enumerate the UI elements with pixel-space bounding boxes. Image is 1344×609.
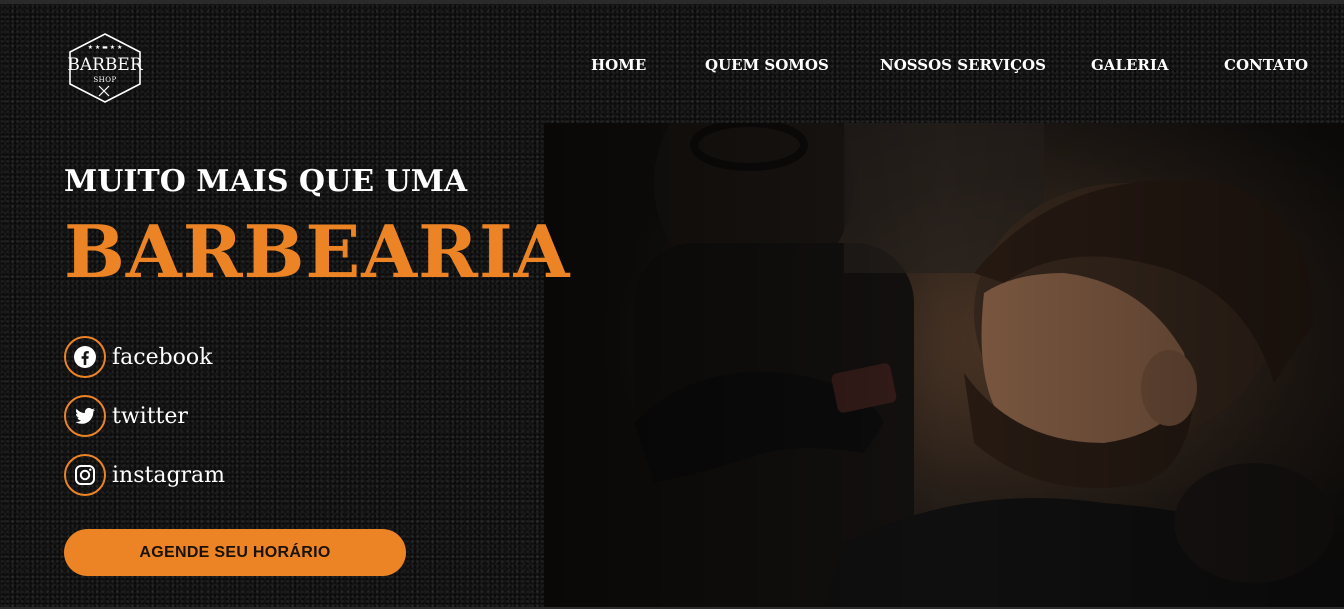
facebook-icon [64,336,106,378]
hero-tagline: MUITO MAIS QUE UMA [64,164,468,199]
social-twitter[interactable]: twitter [64,394,188,438]
social-instagram[interactable]: instagram [64,453,225,497]
logo-text: BARBER [67,55,143,75]
book-appointment-button[interactable]: AGENDE SEU HORÁRIO [64,529,406,576]
main-nav: HOME QUEM SOMOS NOSSOS SERVIÇOS GALERIA … [560,56,1320,76]
logo-subtext: SHOP [93,76,117,84]
social-label: instagram [112,462,226,488]
page: ★ ★ ▬ ★ ★ BARBER SHOP HOME QUEM SOMOS NO… [0,0,1344,609]
nav-quem-somos[interactable]: QUEM SOMOS [705,56,829,74]
barber-photo-icon [544,123,1344,607]
nav-servicos[interactable]: NOSSOS SERVIÇOS [880,56,1046,74]
logo[interactable]: ★ ★ ▬ ★ ★ BARBER SHOP [66,32,144,104]
nav-home[interactable]: HOME [591,56,646,74]
twitter-icon [64,395,106,437]
nav-galeria[interactable]: GALERIA [1091,56,1169,74]
social-label: twitter [112,403,188,429]
nav-contato[interactable]: CONTATO [1224,56,1308,74]
svg-text:★ ★ ▬ ★ ★: ★ ★ ▬ ★ ★ [88,44,123,51]
hero-photo [544,123,1344,607]
hero-headline: BARBEARIA [64,209,571,294]
social-label: facebook [112,344,213,370]
social-facebook[interactable]: facebook [64,335,213,379]
instagram-icon [64,454,106,496]
